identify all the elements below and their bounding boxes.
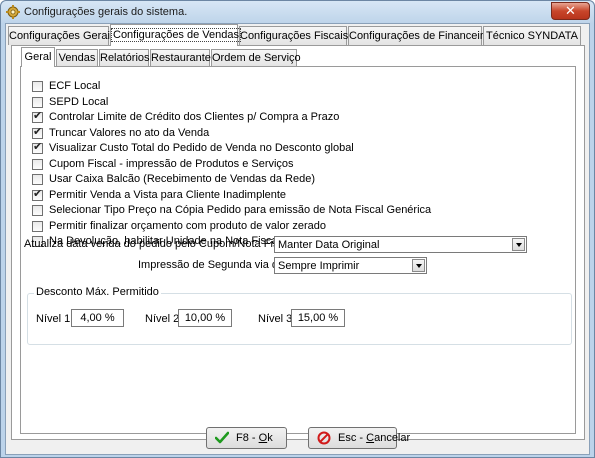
option-checkbox[interactable] [32,81,43,92]
option-checkbox[interactable] [32,221,43,232]
ok-button-label: F8 - Ok [236,432,273,444]
option-label: Cupom Fiscal - impressão de Produtos e S… [49,158,294,170]
option-label: ECF Local [49,80,101,92]
checkmark-icon: ✔ [33,126,43,138]
tab-configuracoes-vendas[interactable]: Configurações de Vendas [110,24,241,46]
tef-print-select[interactable]: Sempre Imprimir [274,257,427,274]
option-checkbox[interactable]: ✔ [32,188,43,201]
settings-window: Configurações gerais do sistema. ✕ Confi… [0,0,595,458]
discount-level-1-label: Nível 1 [36,313,71,325]
cancel-button[interactable]: Esc - Cancelar [308,427,410,449]
subtab-ordem-de-servico[interactable]: Ordem de Serviço [211,49,301,66]
geral-tab-page: ECF Local SEPD Local ✔ Controlar Limite de … [20,66,576,434]
ok-button[interactable]: F8 - Ok [206,427,287,449]
option-label: SEPD Local [49,96,109,108]
close-button[interactable]: ✕ [551,2,590,20]
option-label: Permitir finalizar orçamento com produto… [49,220,326,232]
main-tabstrip: Configurações Gerais Configurações de Ve… [6,24,591,46]
tab-configuracoes-gerais[interactable]: Configurações Gerais [8,26,115,45]
chevron-down-icon[interactable] [412,259,425,272]
discount-level-2-label: Nível 2 [145,313,180,325]
checkmark-icon: ✔ [33,188,43,200]
date-update-select[interactable]: Manter Data Original [274,236,527,253]
date-update-value: Manter Data Original [278,239,380,251]
option-checkbox[interactable]: ✔ [32,110,43,123]
checkmark-icon: ✔ [33,110,43,122]
tef-print-value: Sempre Imprimir [278,260,360,272]
option-checkbox[interactable]: ✔ [32,141,43,154]
discount-level-1-input[interactable]: 4,00 % [71,309,124,327]
subtab-relatorios[interactable]: Relatórios [99,49,150,66]
close-icon: ✕ [565,3,576,18]
subtab-vendas[interactable]: Vendas [56,49,98,66]
window-title: Configurações gerais do sistema. [24,6,188,18]
option-label: Visualizar Custo Total do Pedido de Vend… [49,142,354,154]
cancel-icon [317,431,331,445]
checkmark-icon [215,431,229,444]
app-gear-icon [6,5,20,19]
option-checkbox[interactable] [32,97,43,108]
option-label: Controlar Limite de Crédito dos Clientes… [49,111,340,123]
date-update-label: Atualiza data venda do pedido pelo Cupom… [24,238,296,250]
option-label: Selecionar Tipo Preço na Cópia Pedido pa… [49,204,432,216]
chevron-down-icon[interactable] [512,238,525,251]
subtab-geral[interactable]: Geral [21,47,55,67]
option-checkbox[interactable] [32,159,43,170]
option-label: Truncar Valores no ato da Venda [49,127,210,139]
option-checkbox[interactable] [32,205,43,216]
option-checkbox[interactable] [32,174,43,185]
tab-tecnico-syndata[interactable]: Técnico SYNDATA [483,26,581,45]
tab-configuracoes-financeiro[interactable]: Configurações de Financeiro [348,26,490,45]
option-label: Usar Caixa Balcão (Recebimento de Vendas… [49,173,315,185]
discount-level-3-label: Nível 3 [258,313,293,325]
cancel-button-label: Esc - Cancelar [338,432,411,444]
discount-level-2-input[interactable]: 10,00 % [178,309,232,327]
option-checkbox[interactable]: ✔ [32,126,43,139]
option-label: Permitir Venda a Vista para Cliente Inad… [49,189,287,201]
title-bar: Configurações gerais do sistema. ✕ [1,1,594,23]
discount-level-3-input[interactable]: 15,00 % [291,309,345,327]
client-area: Configurações Gerais Configurações de Ve… [5,23,590,455]
checkmark-icon: ✔ [33,141,43,153]
subtab-restaurante[interactable]: Restaurante [150,49,211,66]
max-discount-title: Desconto Máx. Permitido [34,286,161,298]
max-discount-group: Desconto Máx. Permitido Nível 1 4,00 % N… [27,286,572,345]
tab-configuracoes-fiscais[interactable]: Configurações Fiscais [239,26,348,45]
vendas-tab-page: Geral Vendas Relatórios Restaurante Orde… [11,45,585,440]
